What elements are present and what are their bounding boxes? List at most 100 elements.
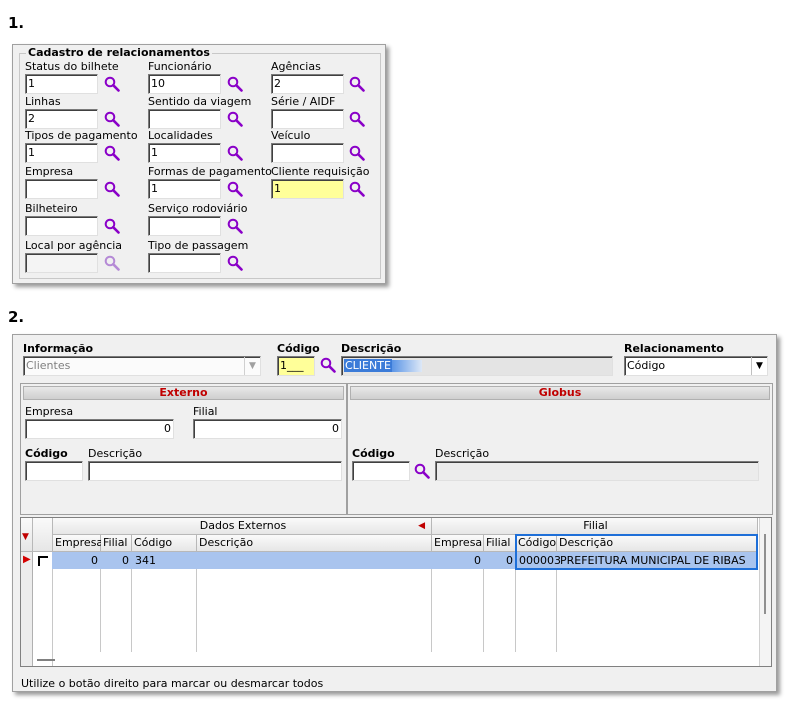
tipos-pagamento-search-icon[interactable] bbox=[104, 145, 120, 161]
formas-pagamento-search-icon[interactable] bbox=[227, 181, 243, 197]
servico-rodoviario-label: Serviço rodoviário bbox=[148, 202, 248, 215]
funcionario-input[interactable]: 10 bbox=[148, 74, 221, 94]
col-empresa[interactable]: Empresa bbox=[53, 535, 103, 552]
localidades-input[interactable]: 1 bbox=[148, 143, 221, 163]
externo-empresa-input[interactable]: 0 bbox=[25, 419, 174, 439]
codigo-label: Código bbox=[277, 342, 320, 355]
linhas-search-icon[interactable] bbox=[104, 111, 120, 127]
group-header-filial: Filial bbox=[432, 518, 758, 535]
descricao-label: Descrição bbox=[341, 342, 402, 355]
serie-aidf-search-icon[interactable] bbox=[349, 111, 365, 127]
bilheteiro-search-icon[interactable] bbox=[104, 218, 120, 234]
redacted-blur bbox=[391, 360, 422, 372]
grid-line bbox=[32, 552, 33, 666]
status-bilhete-input[interactable]: 1 bbox=[25, 74, 98, 94]
col-filial-filial[interactable]: Filial bbox=[484, 535, 516, 552]
relacionamento-grid[interactable]: ▼ Dados Externos ◀ Filial Empresa Filial … bbox=[20, 517, 772, 667]
status-bilhete-search-icon[interactable] bbox=[104, 76, 120, 92]
tipo-passagem-search-icon[interactable] bbox=[227, 255, 243, 271]
externo-filial-input[interactable]: 0 bbox=[193, 419, 342, 439]
relacionamento-select[interactable]: Código ▼ bbox=[624, 356, 768, 376]
informacao-value: Clientes bbox=[26, 359, 71, 372]
chevron-down-icon[interactable]: ▼ bbox=[751, 357, 767, 375]
localidades-label: Localidades bbox=[148, 129, 213, 142]
formas-pagamento-label: Formas de pagamento bbox=[148, 165, 272, 178]
cliente-requisicao-input[interactable]: 1 bbox=[271, 179, 344, 199]
bilheteiro-input[interactable] bbox=[25, 216, 98, 236]
local-agencia-label: Local por agência bbox=[25, 239, 123, 252]
tipo-passagem-label: Tipo de passagem bbox=[148, 239, 249, 252]
linhas-input[interactable]: 2 bbox=[25, 109, 98, 129]
linhas-label: Linhas bbox=[25, 95, 61, 108]
empresa-input[interactable] bbox=[25, 179, 98, 199]
bilheteiro-label: Bilheteiro bbox=[25, 202, 78, 215]
cell-filial: 0 bbox=[122, 554, 129, 567]
highlight-box bbox=[515, 534, 758, 570]
servico-rodoviario-input[interactable] bbox=[148, 216, 221, 236]
externo-header: Externo bbox=[23, 386, 344, 400]
sort-arrow-icon: ▼ bbox=[22, 532, 29, 542]
globus-search-icon[interactable] bbox=[414, 463, 430, 479]
group-externo-label: Dados Externos bbox=[199, 519, 287, 532]
relacionamento-value: Código bbox=[627, 359, 666, 372]
cliente-requisicao-search-icon[interactable] bbox=[349, 181, 365, 197]
globus-header: Globus bbox=[350, 386, 770, 400]
col-descricao[interactable]: Descrição bbox=[197, 535, 432, 552]
grid-line bbox=[52, 552, 53, 666]
status-bilhete-label: Status do bilhete bbox=[25, 60, 119, 73]
local-agencia-search-icon[interactable] bbox=[104, 255, 120, 271]
externo-descricao-input[interactable] bbox=[88, 461, 342, 481]
formas-pagamento-input[interactable]: 1 bbox=[148, 179, 221, 199]
tipos-pagamento-input[interactable]: 1 bbox=[25, 143, 98, 163]
row-indicator-column bbox=[21, 552, 32, 666]
globus-descricao-label: Descrição bbox=[435, 447, 490, 460]
cell-codigo: 341 bbox=[135, 554, 156, 567]
globus-section: Globus Código Descrição bbox=[347, 383, 773, 515]
informacao-label: Informação bbox=[23, 342, 94, 355]
veiculo-input[interactable] bbox=[271, 143, 344, 163]
current-row-arrow-icon: ▶ bbox=[23, 554, 31, 565]
externo-codigo-label: Código bbox=[25, 447, 68, 460]
descricao-input: CLIENTE bbox=[341, 356, 613, 376]
relacionamento-panel: Informação Clientes ▼ Código 1___ Descri… bbox=[12, 334, 777, 692]
cell-empresa-filial: 0 bbox=[474, 554, 481, 567]
codigo-search-icon[interactable] bbox=[320, 357, 336, 373]
tipo-passagem-input[interactable] bbox=[148, 253, 221, 273]
externo-descricao-label: Descrição bbox=[88, 447, 143, 460]
cliente-requisicao-label: Cliente requisição bbox=[271, 165, 370, 178]
col-filial[interactable]: Filial bbox=[101, 535, 132, 552]
local-agencia-input[interactable] bbox=[25, 253, 98, 273]
veiculo-search-icon[interactable] bbox=[349, 145, 365, 161]
sentido-viagem-search-icon[interactable] bbox=[227, 111, 243, 127]
externo-filial-label: Filial bbox=[193, 405, 218, 418]
col-codigo[interactable]: Código bbox=[132, 535, 197, 552]
agencias-input[interactable]: 2 bbox=[271, 74, 344, 94]
externo-codigo-input[interactable] bbox=[25, 461, 83, 481]
codigo-input[interactable]: 1___ bbox=[277, 356, 315, 376]
row-checkbox[interactable] bbox=[38, 556, 48, 566]
servico-rodoviario-search-icon[interactable] bbox=[227, 218, 243, 234]
externo-section: Externo Empresa 0 Filial 0 Código Descri… bbox=[20, 383, 347, 515]
agencias-label: Agências bbox=[271, 60, 321, 73]
sentido-viagem-label: Sentido da viagem bbox=[148, 95, 252, 108]
chevron-down-icon[interactable]: ▼ bbox=[244, 357, 260, 375]
scrollbar-thumb[interactable] bbox=[764, 534, 766, 614]
serie-aidf-label: Série / AIDF bbox=[271, 95, 336, 108]
globus-codigo-input[interactable] bbox=[352, 461, 410, 481]
cell-filial-filial: 0 bbox=[506, 554, 513, 567]
agencias-search-icon[interactable] bbox=[349, 76, 365, 92]
horizontal-scroll-marker[interactable] bbox=[37, 659, 55, 661]
serie-aidf-input[interactable] bbox=[271, 109, 344, 129]
veiculo-label: Veículo bbox=[271, 129, 311, 142]
funcionario-search-icon[interactable] bbox=[227, 76, 243, 92]
sentido-viagem-input[interactable] bbox=[148, 109, 221, 129]
empresa-search-icon[interactable] bbox=[104, 181, 120, 197]
descricao-value: CLIENTE bbox=[344, 359, 392, 372]
externo-empresa-label: Empresa bbox=[25, 405, 74, 418]
informacao-select[interactable]: Clientes ▼ bbox=[23, 356, 261, 376]
grid-check-header[interactable] bbox=[33, 518, 53, 552]
localidades-search-icon[interactable] bbox=[227, 145, 243, 161]
col-empresa-filial[interactable]: Empresa bbox=[432, 535, 484, 552]
tipos-pagamento-label: Tipos de pagamento bbox=[25, 129, 138, 142]
vertical-scrollbar[interactable] bbox=[759, 518, 771, 666]
